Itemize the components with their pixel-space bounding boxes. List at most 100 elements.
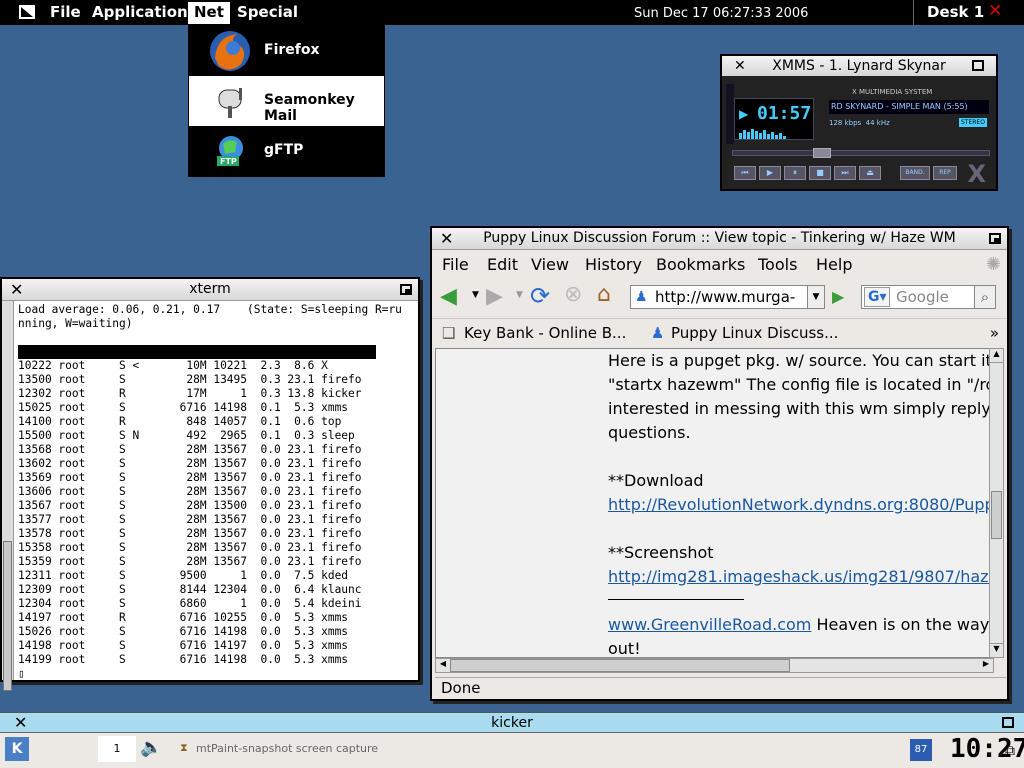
process-row: 14198 root S 6716 14197 0.0 5.3 xmms [18, 639, 349, 652]
post-text: questions. [608, 423, 691, 442]
xterm-titlebar[interactable]: ✕ xterm [2, 279, 418, 301]
close-icon[interactable]: ✕ [734, 56, 746, 76]
xmms-controls: ⏮ ▶ ⏸ ■ ⏭ ⏏ BAND. REP [734, 166, 957, 182]
band-button[interactable]: BAND. [900, 166, 930, 180]
xmms-seek-bar[interactable] [732, 148, 990, 158]
close-icon[interactable]: ✕ [10, 279, 23, 300]
mailbox-icon [211, 82, 249, 120]
close-icon[interactable]: ✕ [988, 1, 1002, 21]
desk-label[interactable]: Desk 1 [927, 3, 984, 21]
scroll-thumb[interactable] [450, 659, 790, 672]
scroll-left-icon[interactable]: ◀ [436, 659, 450, 672]
eject-button[interactable]: ⏏ [859, 166, 881, 180]
menu-applications[interactable]: Applications [92, 3, 197, 21]
kde-menu-icon[interactable]: K [5, 737, 29, 761]
menu-history[interactable]: History [585, 255, 642, 274]
maximize-icon[interactable] [972, 60, 984, 71]
home-icon[interactable]: ⌂ [597, 282, 611, 307]
maximize-icon[interactable] [400, 284, 412, 295]
screenshot-label: **Screenshot [608, 543, 714, 562]
chevron-down-icon[interactable]: ▼ [516, 290, 523, 300]
separator [913, 0, 914, 25]
screenshot-link[interactable]: http://img281.imageshack.us/img281/9807/… [608, 567, 993, 586]
menu-tools[interactable]: Tools [758, 255, 797, 274]
bookmarks-toolbar: ❑ Key Bank - Online B... ♟ Puppy Linux D… [432, 318, 1007, 346]
bookmarks-overflow-icon[interactable]: » [990, 324, 999, 342]
net-menu: Firefox Seamonkey Mail FTP gFTP [188, 25, 385, 177]
process-row: 13578 root S 28M 13567 0.0 23.1 firefo [18, 527, 362, 540]
ftp-globe-icon: FTP [211, 132, 249, 170]
download-link[interactable]: http://RevolutionNetwork.dyndns.org:8080… [608, 495, 993, 514]
search-input[interactable]: G▾ Google ⌕ [861, 285, 996, 309]
puppy-menu-icon[interactable] [16, 3, 38, 25]
menu-bookmarks[interactable]: Bookmarks [656, 255, 745, 274]
google-engine-icon[interactable]: G▾ [864, 287, 890, 307]
maximize-icon[interactable] [989, 233, 1001, 244]
menu-item-seamonkey-mail[interactable]: Seamonkey Mail [189, 76, 384, 126]
menu-item-firefox[interactable]: Firefox [189, 26, 384, 76]
process-row: 15358 root S 28M 13567 0.0 23.1 firefo [18, 541, 362, 554]
url-bar[interactable]: ♟ http://www.murga- ▼ [630, 285, 825, 309]
stop-button[interactable]: ■ [809, 166, 831, 180]
vertical-scrollbar[interactable]: ▲ ▼ [989, 348, 1004, 658]
rep-button[interactable]: REP [933, 166, 957, 180]
previous-button[interactable]: ⏮ [734, 166, 756, 180]
window-title: XMMS - 1. Lynard Skynar [772, 58, 946, 74]
xterm-scrollbar[interactable] [2, 301, 14, 691]
process-row: 10222 root S < 10M 10221 2.3 8.6 X [18, 359, 328, 372]
forward-arrow-icon[interactable]: ▶ [486, 284, 503, 309]
navigation-toolbar: ◀ ▼ ▶ ▼ ⟳ ⊗ ⌂ ♟ http://www.murga- ▼ ▶ G▾… [432, 280, 1007, 316]
url-dropdown-icon[interactable]: ▼ [807, 285, 825, 309]
menu-net[interactable]: Net [188, 2, 230, 24]
xmms-titlebar[interactable]: ✕ XMMS - 1. Lynard Skynar [722, 56, 996, 76]
speaker-icon[interactable]: 🔈 [140, 737, 162, 758]
scroll-down-icon[interactable]: ▼ [990, 643, 1003, 657]
spectrum-icon [739, 129, 786, 139]
kicker-titlebar[interactable]: ✕ kicker [0, 712, 1024, 733]
scroll-right-icon[interactable]: ▶ [979, 659, 993, 672]
search-icon[interactable]: ⌕ [974, 285, 996, 309]
menu-edit[interactable]: Edit [487, 255, 518, 274]
horizontal-scrollbar[interactable]: ◀ ▶ [435, 658, 994, 673]
process-row: 12311 root S 9500 1 0.0 7.5 kded [18, 569, 349, 582]
menu-file[interactable]: File [50, 3, 81, 21]
firefox-titlebar[interactable]: ✕ Puppy Linux Discussion Forum :: View t… [432, 228, 1007, 250]
process-row: 15359 root S 28M 13567 0.0 23.1 firefo [18, 555, 362, 568]
seek-handle[interactable] [813, 148, 831, 158]
bookmark-item[interactable]: Key Bank - Online B... [464, 324, 626, 342]
window-list-icon[interactable]: ⧉ [1005, 743, 1015, 759]
scroll-up-icon[interactable]: ▲ [990, 349, 1003, 363]
top-clock: Sun Dec 17 06:27:33 2006 [634, 6, 809, 21]
menu-file[interactable]: File [442, 255, 469, 274]
xterm-window: ✕ xterm Load average: 0.06, 0.21, 0.17 (… [0, 277, 420, 691]
taskbar-item[interactable]: mtPaint-snapshot screen capture [196, 742, 378, 755]
scroll-thumb[interactable] [3, 541, 12, 691]
firefox-menubar: File Edit View History Bookmarks Tools H… [432, 252, 1007, 278]
signature-link[interactable]: www.GreenvilleRoad.com [608, 615, 811, 634]
bookmark-item[interactable]: Puppy Linux Discuss... [671, 324, 838, 342]
menu-item-label: gFTP [264, 142, 304, 158]
pause-button[interactable]: ⏸ [784, 166, 806, 180]
close-icon[interactable]: ✕ [440, 228, 453, 249]
play-button[interactable]: ▶ [759, 166, 781, 180]
menu-special[interactable]: Special [237, 3, 298, 21]
process-row: 15025 root S 6716 14198 0.1 5.3 xmms [18, 401, 349, 414]
desktop-pager[interactable]: 1 [98, 736, 136, 762]
back-arrow-icon[interactable]: ◀ [440, 284, 457, 309]
reload-icon[interactable]: ⟳ [530, 282, 550, 310]
menu-item-gftp[interactable]: FTP gFTP [189, 126, 384, 176]
tray-item[interactable]: 87 [910, 739, 932, 761]
go-icon[interactable]: ▶ [832, 287, 844, 306]
process-row: 12304 root S 6860 1 0.0 5.4 kdeini [18, 597, 362, 610]
menu-help[interactable]: Help [816, 255, 852, 274]
next-button[interactable]: ⏭ [834, 166, 856, 180]
stop-icon[interactable]: ⊗ [564, 282, 582, 307]
signature-divider [608, 599, 744, 600]
chevron-down-icon[interactable]: ▼ [472, 290, 479, 300]
throbber-icon: ✺ [985, 254, 1001, 275]
scroll-thumb[interactable] [991, 491, 1002, 539]
process-row: 14199 root S 6716 14198 0.0 5.3 xmms [18, 653, 349, 666]
menu-view[interactable]: View [531, 255, 569, 274]
close-icon[interactable]: ✕ [14, 713, 27, 733]
maximize-icon[interactable] [1002, 717, 1014, 728]
